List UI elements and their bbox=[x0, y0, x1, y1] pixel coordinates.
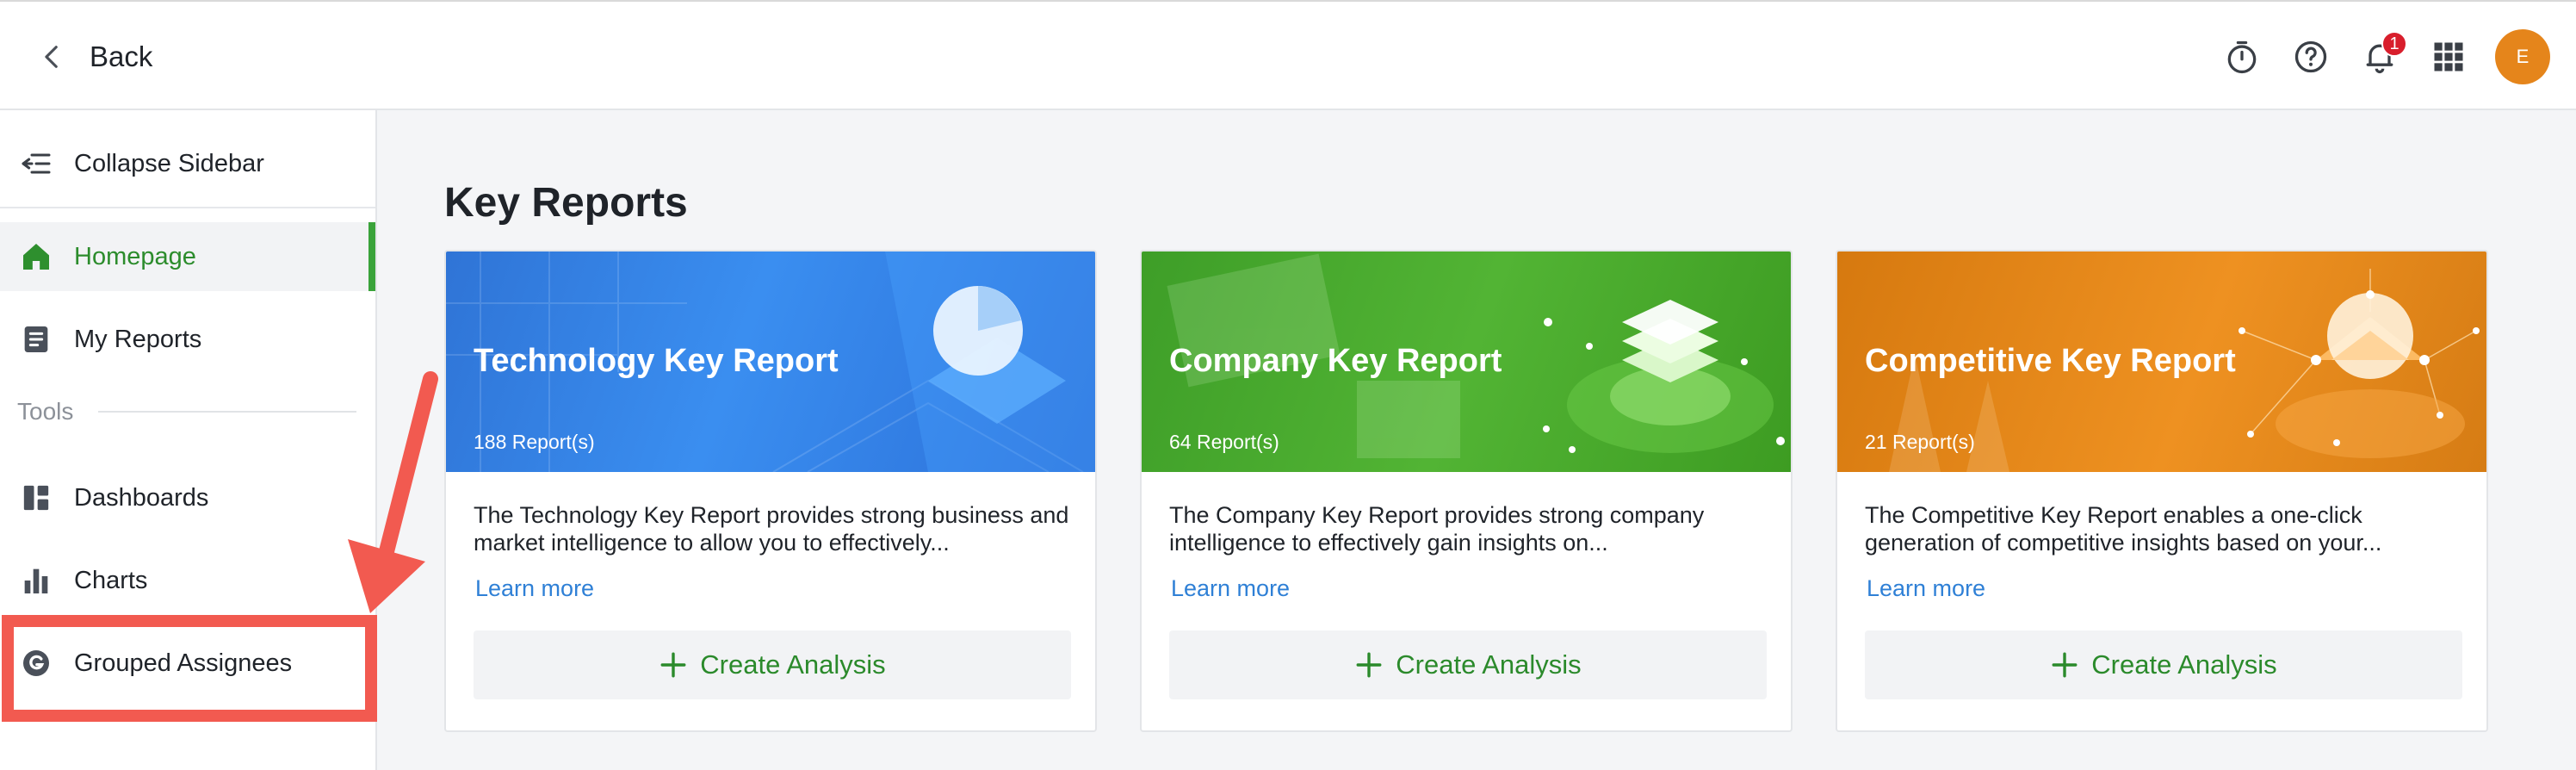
collapse-sidebar-button[interactable]: Collapse Sidebar bbox=[0, 129, 375, 198]
bar-chart-icon bbox=[19, 563, 53, 598]
sidebar-item-label: My Reports bbox=[74, 326, 201, 354]
back-button[interactable]: Back bbox=[38, 33, 152, 81]
sidebar-item-charts[interactable]: Charts bbox=[0, 546, 375, 615]
home-icon bbox=[19, 239, 53, 274]
create-analysis-label: Create Analysis bbox=[2091, 649, 2276, 680]
notifications-button[interactable]: 1 bbox=[2352, 29, 2407, 84]
report-title: Competitive Key Report bbox=[1865, 343, 2236, 380]
report-icon bbox=[19, 322, 53, 357]
learn-more-link[interactable]: Learn more bbox=[1867, 575, 1985, 602]
report-card-technology: Technology Key Report 188 Report(s) The … bbox=[444, 250, 1097, 732]
page-title: Key Reports bbox=[444, 179, 688, 227]
sidebar-item-label: Dashboards bbox=[74, 484, 208, 512]
help-button[interactable] bbox=[2283, 29, 2338, 84]
sidebar-divider bbox=[0, 207, 375, 208]
create-analysis-button[interactable]: Create Analysis bbox=[474, 630, 1071, 699]
apps-button[interactable] bbox=[2421, 29, 2476, 84]
stopwatch-icon bbox=[2223, 38, 2261, 76]
tools-divider bbox=[98, 411, 356, 413]
dashboard-icon bbox=[19, 481, 53, 515]
notification-badge: 1 bbox=[2381, 31, 2407, 57]
user-avatar[interactable]: E bbox=[2495, 29, 2550, 84]
plus-icon bbox=[659, 650, 688, 680]
chevron-left-icon bbox=[38, 42, 67, 71]
highlight-box bbox=[2, 615, 377, 722]
plus-icon bbox=[1354, 650, 1384, 680]
create-analysis-label: Create Analysis bbox=[700, 649, 885, 680]
create-analysis-button[interactable]: Create Analysis bbox=[1169, 630, 1767, 699]
report-banner[interactable]: Technology Key Report 188 Report(s) bbox=[446, 251, 1095, 472]
report-count: 21 Report(s) bbox=[1865, 431, 1975, 454]
collapse-sidebar-label: Collapse Sidebar bbox=[74, 150, 264, 178]
learn-more-link[interactable]: Learn more bbox=[475, 575, 594, 602]
report-card-competitive: Competitive Key Report 21 Report(s) The … bbox=[1836, 250, 2488, 732]
learn-more-link[interactable]: Learn more bbox=[1171, 575, 1290, 602]
main-content: Key Reports Technology Key Report 188 Re… bbox=[377, 110, 2576, 770]
sidebar-item-dashboards[interactable]: Dashboards bbox=[0, 463, 375, 532]
report-count: 188 Report(s) bbox=[474, 431, 595, 454]
sidebar-item-my-reports[interactable]: My Reports bbox=[0, 305, 375, 374]
report-description: The Company Key Report provides strong c… bbox=[1169, 501, 1772, 556]
report-banner[interactable]: Competitive Key Report 21 Report(s) bbox=[1837, 251, 2486, 472]
timer-button[interactable] bbox=[2214, 29, 2269, 84]
create-analysis-button[interactable]: Create Analysis bbox=[1865, 630, 2462, 699]
grid-apps-icon bbox=[2430, 38, 2468, 76]
create-analysis-label: Create Analysis bbox=[1396, 649, 1581, 680]
plus-icon bbox=[2050, 650, 2079, 680]
report-title: Technology Key Report bbox=[474, 343, 839, 380]
annotation-arrow-icon bbox=[336, 370, 456, 620]
report-banner[interactable]: Company Key Report 64 Report(s) bbox=[1142, 251, 1791, 472]
sidebar-item-label: Homepage bbox=[74, 243, 196, 271]
report-card-company: Company Key Report 64 Report(s) The Comp… bbox=[1140, 250, 1793, 732]
top-header: Back 1 E bbox=[0, 0, 2576, 110]
report-description: The Technology Key Report provides stron… bbox=[474, 501, 1076, 556]
report-description: The Competitive Key Report enables a one… bbox=[1865, 501, 2468, 556]
help-icon bbox=[2292, 38, 2330, 76]
header-actions: 1 E bbox=[2214, 29, 2576, 84]
tools-section-label: Tools bbox=[17, 398, 73, 425]
sidebar-item-homepage[interactable]: Homepage bbox=[0, 222, 375, 291]
report-count: 64 Report(s) bbox=[1169, 431, 1279, 454]
sidebar-item-label: Charts bbox=[74, 567, 147, 595]
back-label: Back bbox=[90, 40, 152, 73]
collapse-sidebar-icon bbox=[19, 146, 53, 181]
app-root: Back 1 E bbox=[0, 0, 2576, 770]
report-title: Company Key Report bbox=[1169, 343, 1502, 380]
